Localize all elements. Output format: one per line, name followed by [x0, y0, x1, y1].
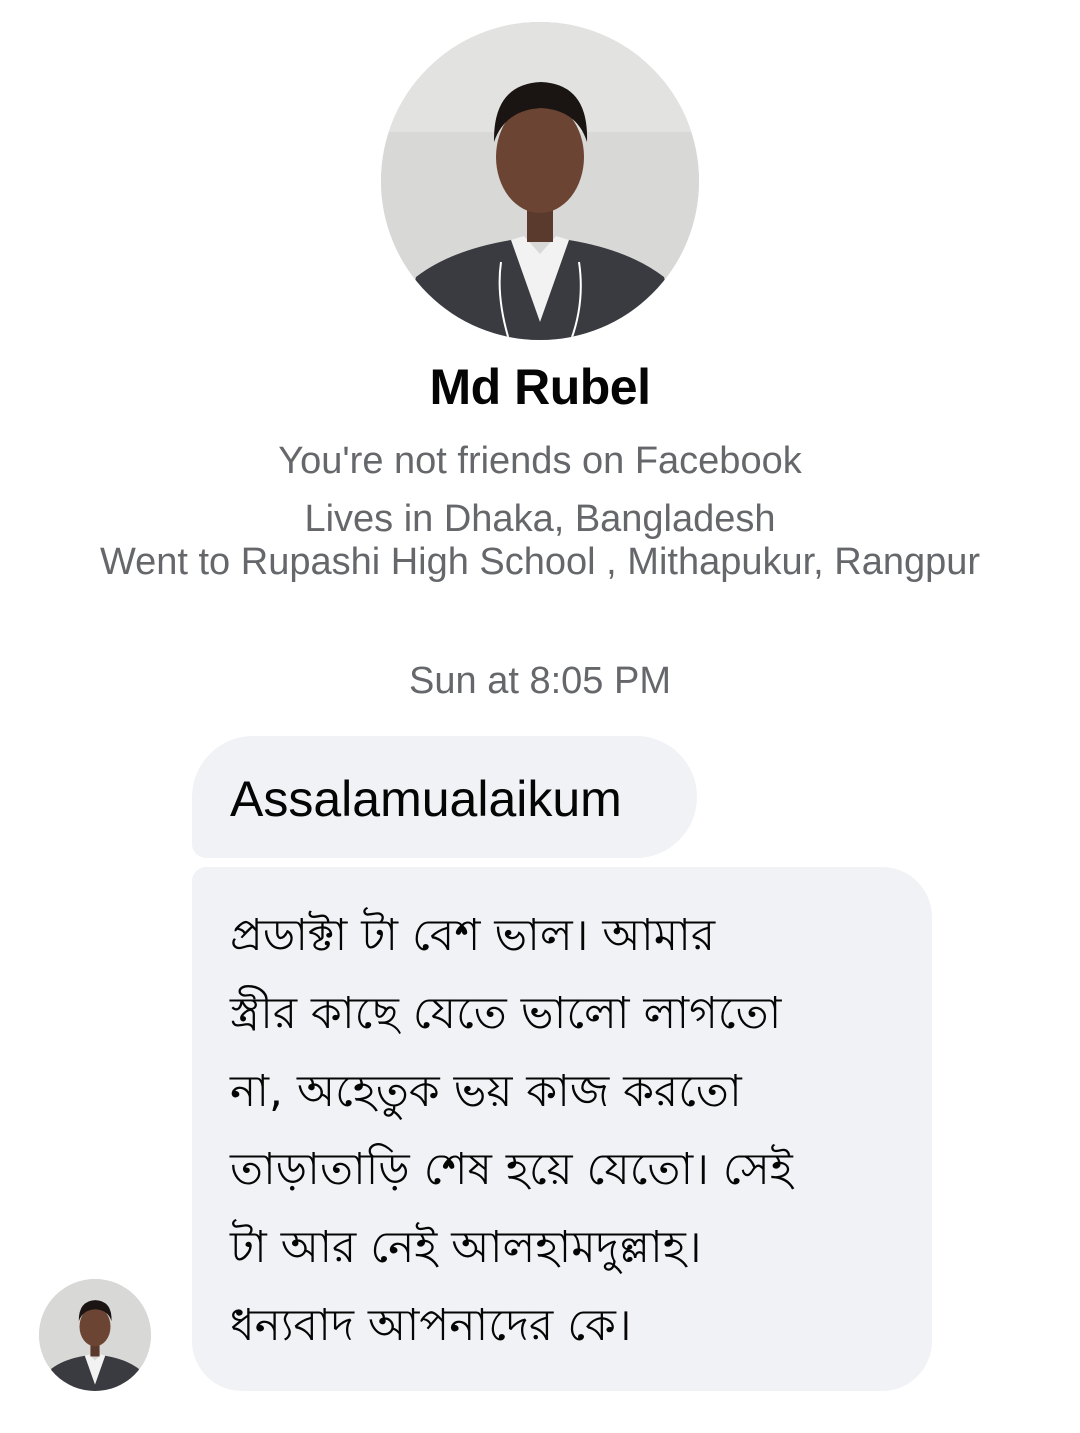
friend-status: You're not friends on Facebook: [278, 440, 802, 482]
message-bubble[interactable]: Assalamualaikum: [192, 736, 697, 858]
sender-avatar[interactable]: [39, 1279, 151, 1391]
education: Went to Rupashi High School , Mithapukur…: [99, 541, 981, 583]
person-photo-icon: [39, 1279, 151, 1391]
profile-photo[interactable]: [381, 22, 699, 340]
message-bubble[interactable]: প্রডাক্টা টা বেশ ভাল। আমার স্ত্রীর কাছে …: [192, 867, 932, 1391]
lives-in: Lives in Dhaka, Bangladesh: [304, 498, 776, 540]
message-timestamp: Sun at 8:05 PM: [409, 660, 671, 702]
profile-name: Md Rubel: [429, 359, 651, 415]
person-photo-icon: [381, 22, 699, 340]
